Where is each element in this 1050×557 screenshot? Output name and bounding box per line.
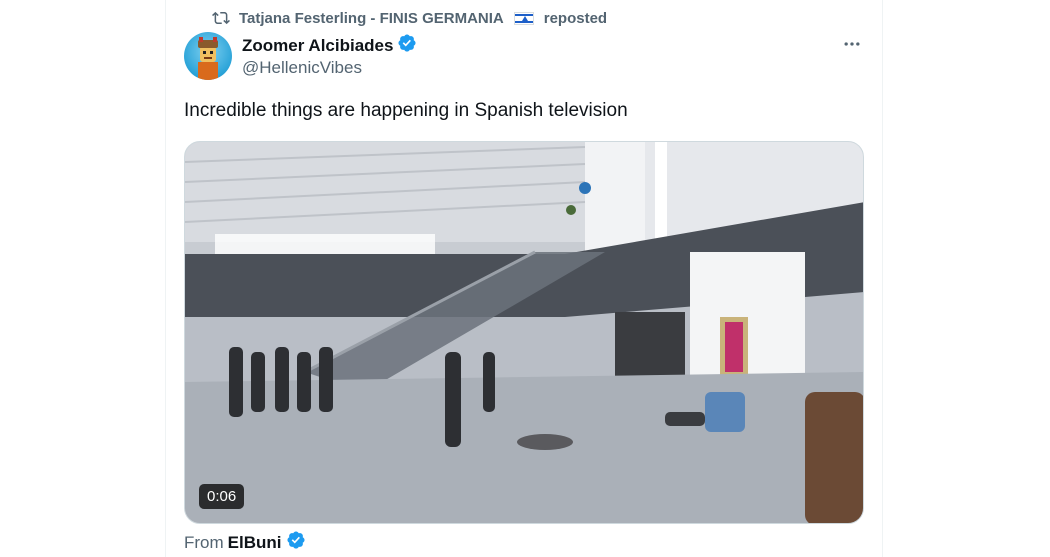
author-name[interactable]: Zoomer Alcibiades [242,36,393,56]
reposter-name[interactable]: Tatjana Festerling - FINIS GERMANIA [239,10,504,27]
author-handle[interactable]: @HellenicVibes [242,58,362,78]
author-name-row[interactable]: Zoomer Alcibiades [242,33,417,58]
source-verified-badge-icon [286,530,306,555]
source-name[interactable]: ElBuni [228,533,282,553]
repost-action-label: reposted [543,9,608,27]
tweet-text: Incredible things are happening in Spani… [184,100,628,121]
repost-banner: Tatjana Festerling - FINIS GERMANIA repo… [211,8,607,28]
repost-icon [211,9,231,27]
video-duration-badge: 0:06 [199,484,245,509]
israel-flag-icon [513,11,534,25]
source-prefix: From [184,532,224,552]
verified-badge-icon [397,33,417,58]
video-player[interactable] [184,141,864,524]
more-options-icon[interactable] [838,33,866,55]
avatar[interactable] [184,32,232,80]
media-source: From ElBuni [184,530,306,555]
video-frame [185,142,863,523]
